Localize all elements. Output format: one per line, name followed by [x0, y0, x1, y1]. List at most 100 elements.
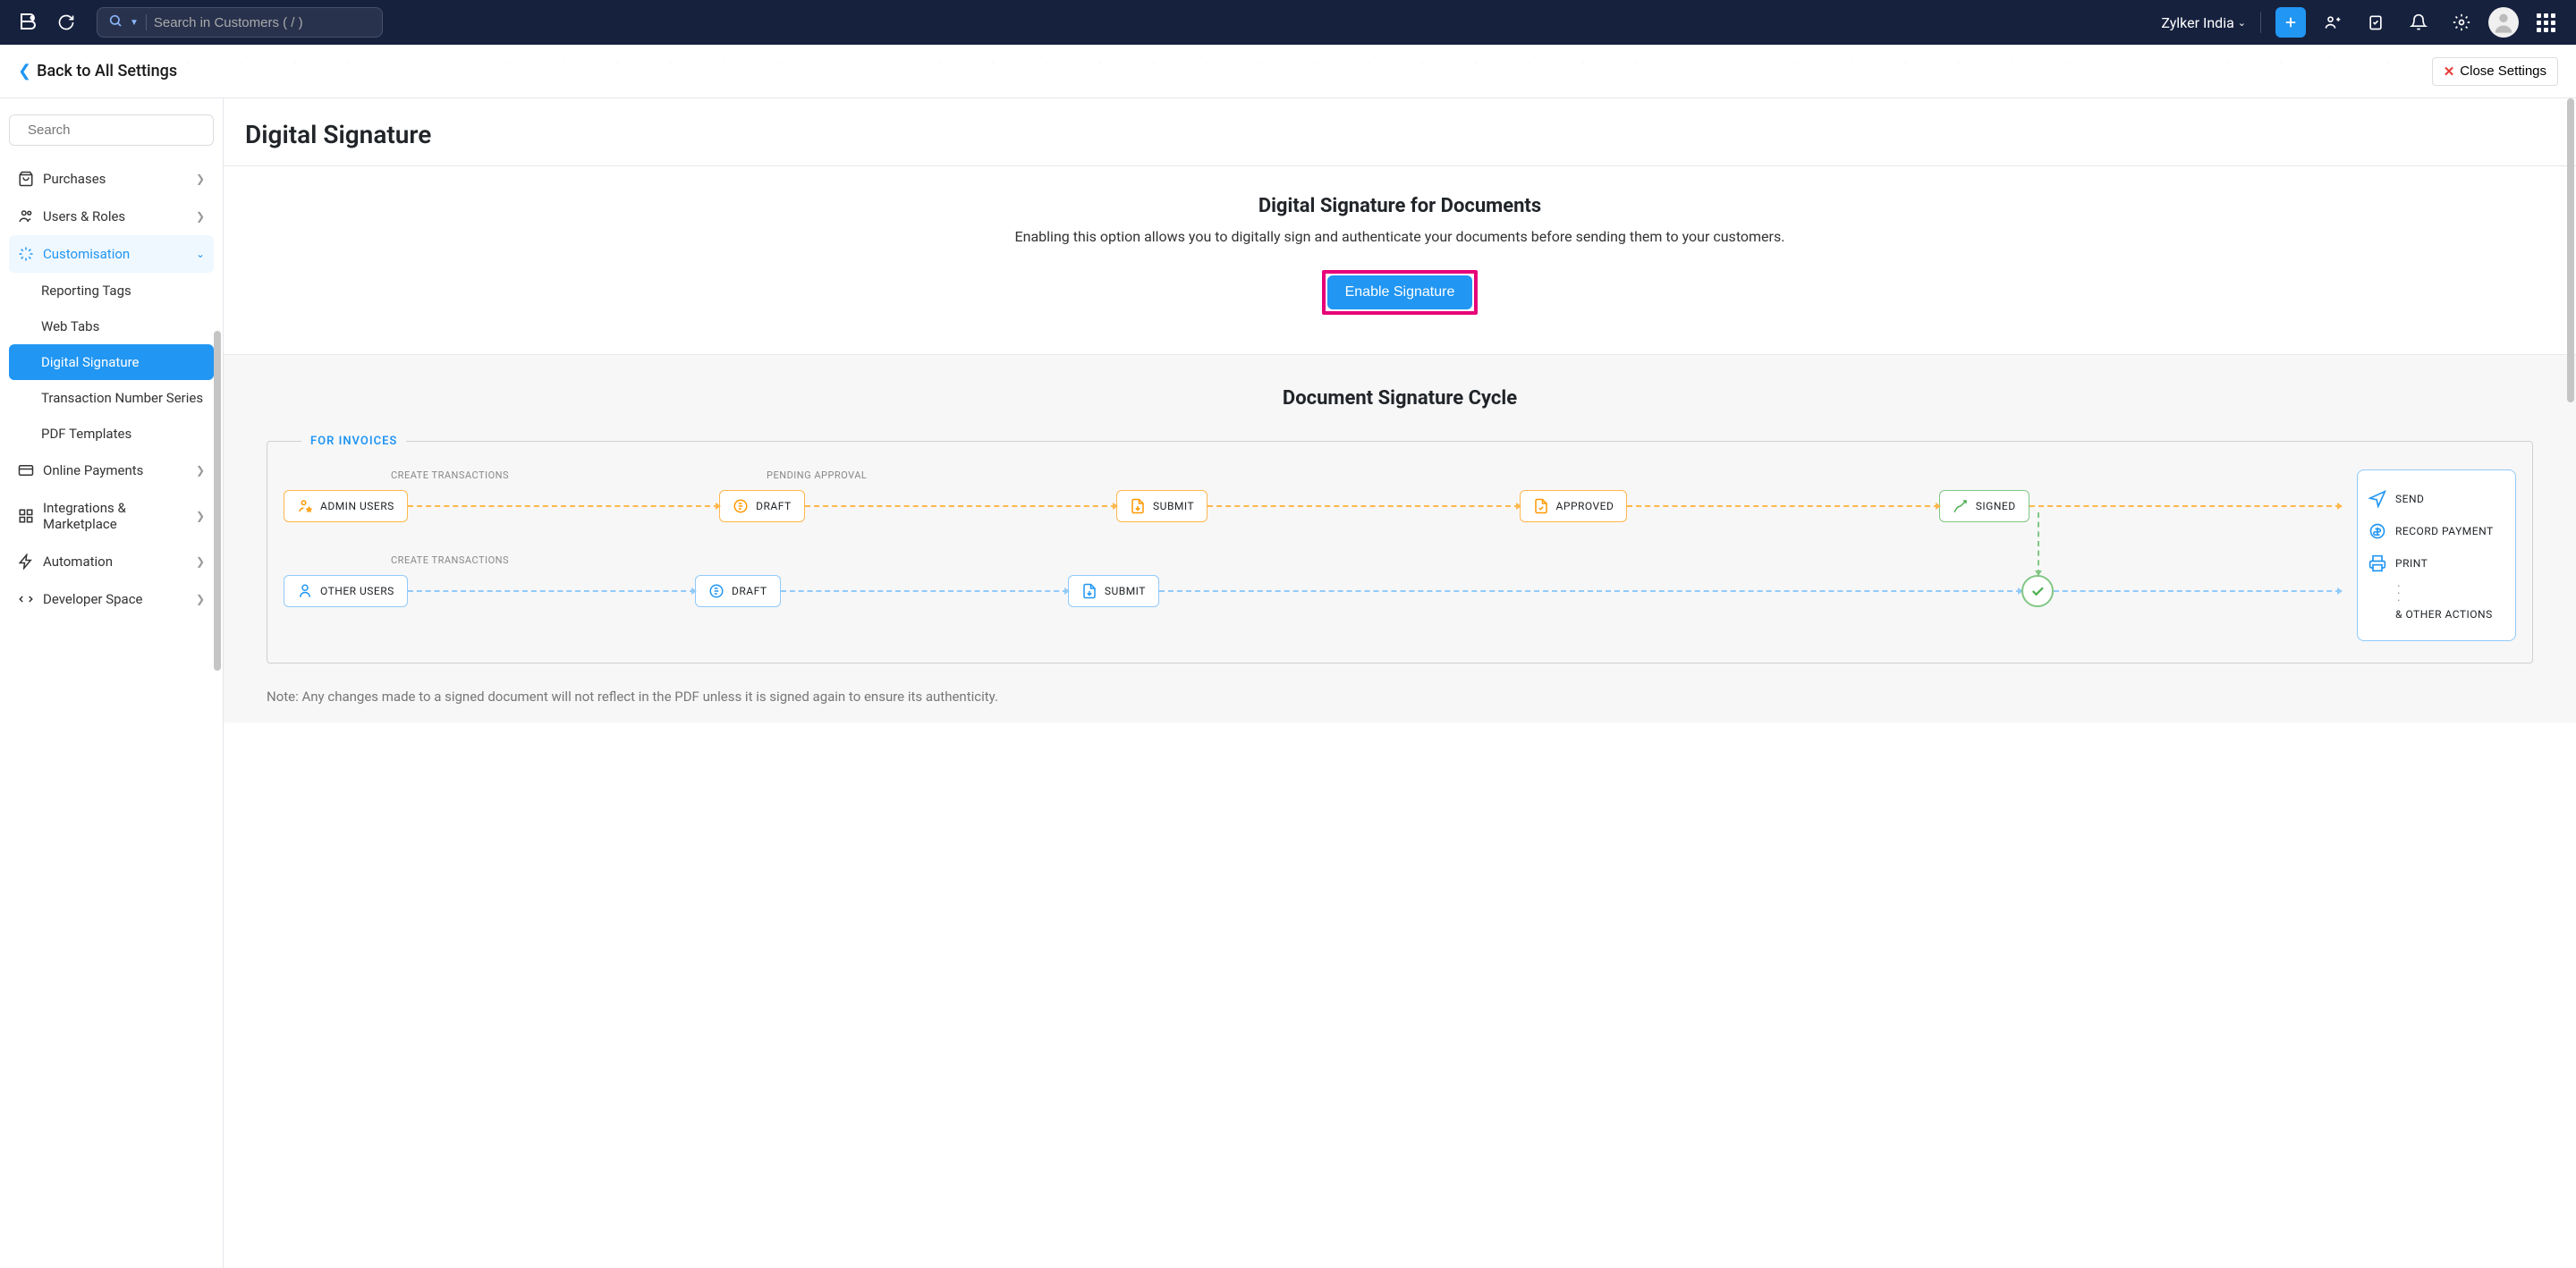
flow-connector — [2054, 590, 2341, 592]
quick-add-button[interactable] — [2275, 7, 2306, 38]
document-icon — [708, 583, 724, 599]
note-text: Note: Any changes made to a signed docum… — [267, 689, 2533, 705]
users-icon[interactable] — [2317, 6, 2349, 38]
flow-node-other-users: OTHER USERS — [284, 575, 408, 607]
app-logo[interactable] — [14, 10, 39, 35]
global-search[interactable]: ▼ — [97, 7, 383, 38]
action-print: PRINT — [2368, 547, 2504, 579]
page-title: Digital Signature — [224, 98, 2576, 165]
card-icon — [18, 462, 34, 478]
sidebar-subitem-transaction-number-series[interactable]: Transaction Number Series — [9, 380, 214, 416]
automation-icon — [18, 554, 34, 570]
org-selector[interactable]: Zylker India ⌄ — [2161, 14, 2246, 31]
user-icon — [297, 583, 313, 599]
scrollbar-thumb[interactable] — [214, 331, 221, 671]
chevron-right-icon: ❯ — [196, 464, 205, 477]
back-to-settings-link[interactable]: ❮ Back to All Settings — [18, 62, 177, 80]
scrollbar-thumb[interactable] — [2567, 98, 2574, 402]
send-icon — [2368, 490, 2386, 508]
sidebar-item-online-payments[interactable]: Online Payments ❯ — [9, 452, 214, 489]
content-area: Digital Signature Digital Signature for … — [224, 98, 2576, 1268]
close-icon: ✕ — [2444, 63, 2455, 80]
enable-signature-button[interactable]: Enable Signature — [1327, 275, 1473, 309]
tasks-icon[interactable] — [2360, 6, 2392, 38]
flow-node-submit: SUBMIT — [1116, 490, 1208, 522]
chevron-right-icon: ❯ — [196, 510, 205, 522]
sidebar-subitem-web-tabs[interactable]: Web Tabs — [9, 309, 214, 344]
flow-node-submit: SUBMIT — [1068, 575, 1159, 607]
money-icon — [2368, 522, 2386, 540]
customisation-icon — [18, 246, 34, 262]
flow-node-admin-users: ADMIN USERS — [284, 490, 408, 522]
sidebar-item-integrations[interactable]: Integrations & Marketplace ❯ — [9, 489, 214, 543]
action-dots: ... — [2368, 579, 2504, 601]
sidebar-search[interactable] — [9, 114, 214, 146]
flow-node-draft: DRAFT — [695, 575, 781, 607]
flow-label-pending: PENDING APPROVAL — [767, 469, 867, 481]
chevron-right-icon: ❯ — [196, 593, 205, 605]
users-icon — [18, 208, 34, 224]
submit-icon — [1081, 583, 1097, 599]
sidebar-subitem-reporting-tags[interactable]: Reporting Tags — [9, 273, 214, 309]
sidebar-item-purchases[interactable]: Purchases ❯ — [9, 160, 214, 198]
divider — [2260, 12, 2261, 33]
search-input[interactable] — [154, 15, 371, 30]
sidebar-search-input[interactable] — [28, 123, 206, 138]
action-record-payment: RECORD PAYMENT — [2368, 515, 2504, 547]
sidebar-item-developer-space[interactable]: Developer Space ❯ — [9, 580, 214, 618]
enable-button-highlight: Enable Signature — [1322, 270, 1479, 315]
refresh-icon[interactable] — [57, 13, 75, 31]
flow-connector — [805, 505, 1116, 507]
chevron-down-icon: ⌄ — [2238, 17, 2246, 29]
submit-icon — [1130, 498, 1146, 514]
sidebar-item-label: Online Payments — [43, 462, 143, 478]
hero-section: Digital Signature for Documents Enabling… — [224, 166, 2576, 354]
document-icon — [733, 498, 749, 514]
close-settings-button[interactable]: ✕ Close Settings — [2432, 57, 2558, 86]
action-other: & OTHER ACTIONS — [2368, 601, 2504, 628]
sidebar-item-automation[interactable]: Automation ❯ — [9, 543, 214, 580]
chevron-down-icon: ⌄ — [196, 248, 205, 260]
actions-box: SEND RECORD PAYMENT PRINT ... — [2357, 469, 2516, 641]
sidebar-item-label: Purchases — [43, 171, 106, 187]
print-icon — [2368, 554, 2386, 572]
flow-connector — [2029, 505, 2341, 507]
flow-label-create: CREATE TRANSACTIONS — [391, 469, 509, 481]
cycle-section: Document Signature Cycle FOR INVOICES CR… — [224, 354, 2576, 723]
sidebar-item-label: Integrations & Marketplace — [43, 500, 187, 532]
settings-sidebar: Purchases ❯ Users & Roles ❯ Customisatio… — [0, 98, 224, 1268]
top-navbar: ▼ Zylker India ⌄ — [0, 0, 2576, 45]
hero-description: Enabling this option allows you to digit… — [245, 228, 2555, 245]
check-icon — [2029, 583, 2046, 599]
bag-icon — [18, 171, 34, 187]
sidebar-item-customisation[interactable]: Customisation ⌄ — [9, 235, 214, 273]
sidebar-subitem-pdf-templates[interactable]: PDF Templates — [9, 416, 214, 452]
bell-icon[interactable] — [2402, 6, 2435, 38]
close-settings-label: Close Settings — [2460, 63, 2546, 79]
chevron-right-icon: ❯ — [196, 210, 205, 223]
flow-connector-vertical — [2038, 512, 2039, 575]
chevron-right-icon: ❯ — [196, 173, 205, 185]
flow-node-check — [2021, 575, 2054, 607]
flow-row-other: CREATE TRANSACTIONS OTHER USERS — [284, 554, 2341, 607]
user-star-icon — [297, 498, 313, 514]
flow-connector — [1627, 505, 1938, 507]
back-link-label: Back to All Settings — [37, 62, 177, 80]
hero-title: Digital Signature for Documents — [245, 195, 2555, 217]
sidebar-item-users-roles[interactable]: Users & Roles ❯ — [9, 198, 214, 235]
avatar[interactable] — [2488, 7, 2519, 38]
flow-connector — [1208, 505, 1519, 507]
flow-connector — [1159, 590, 2021, 592]
chevron-down-icon[interactable]: ▼ — [130, 18, 139, 28]
code-icon — [18, 591, 34, 607]
flow-row-admin: CREATE TRANSACTIONS PENDING APPROVAL ADM… — [284, 469, 2341, 522]
sidebar-item-label: Developer Space — [43, 591, 143, 607]
org-name-label: Zylker India — [2161, 14, 2233, 31]
flow-node-approved: APPROVED — [1520, 490, 1628, 522]
divider — [146, 14, 147, 30]
gear-icon[interactable] — [2445, 6, 2478, 38]
apps-grid-icon[interactable] — [2529, 6, 2562, 38]
sidebar-item-label: Customisation — [43, 246, 130, 262]
sidebar-subitem-digital-signature[interactable]: Digital Signature — [9, 344, 214, 380]
cycle-legend: FOR INVOICES — [301, 435, 406, 448]
